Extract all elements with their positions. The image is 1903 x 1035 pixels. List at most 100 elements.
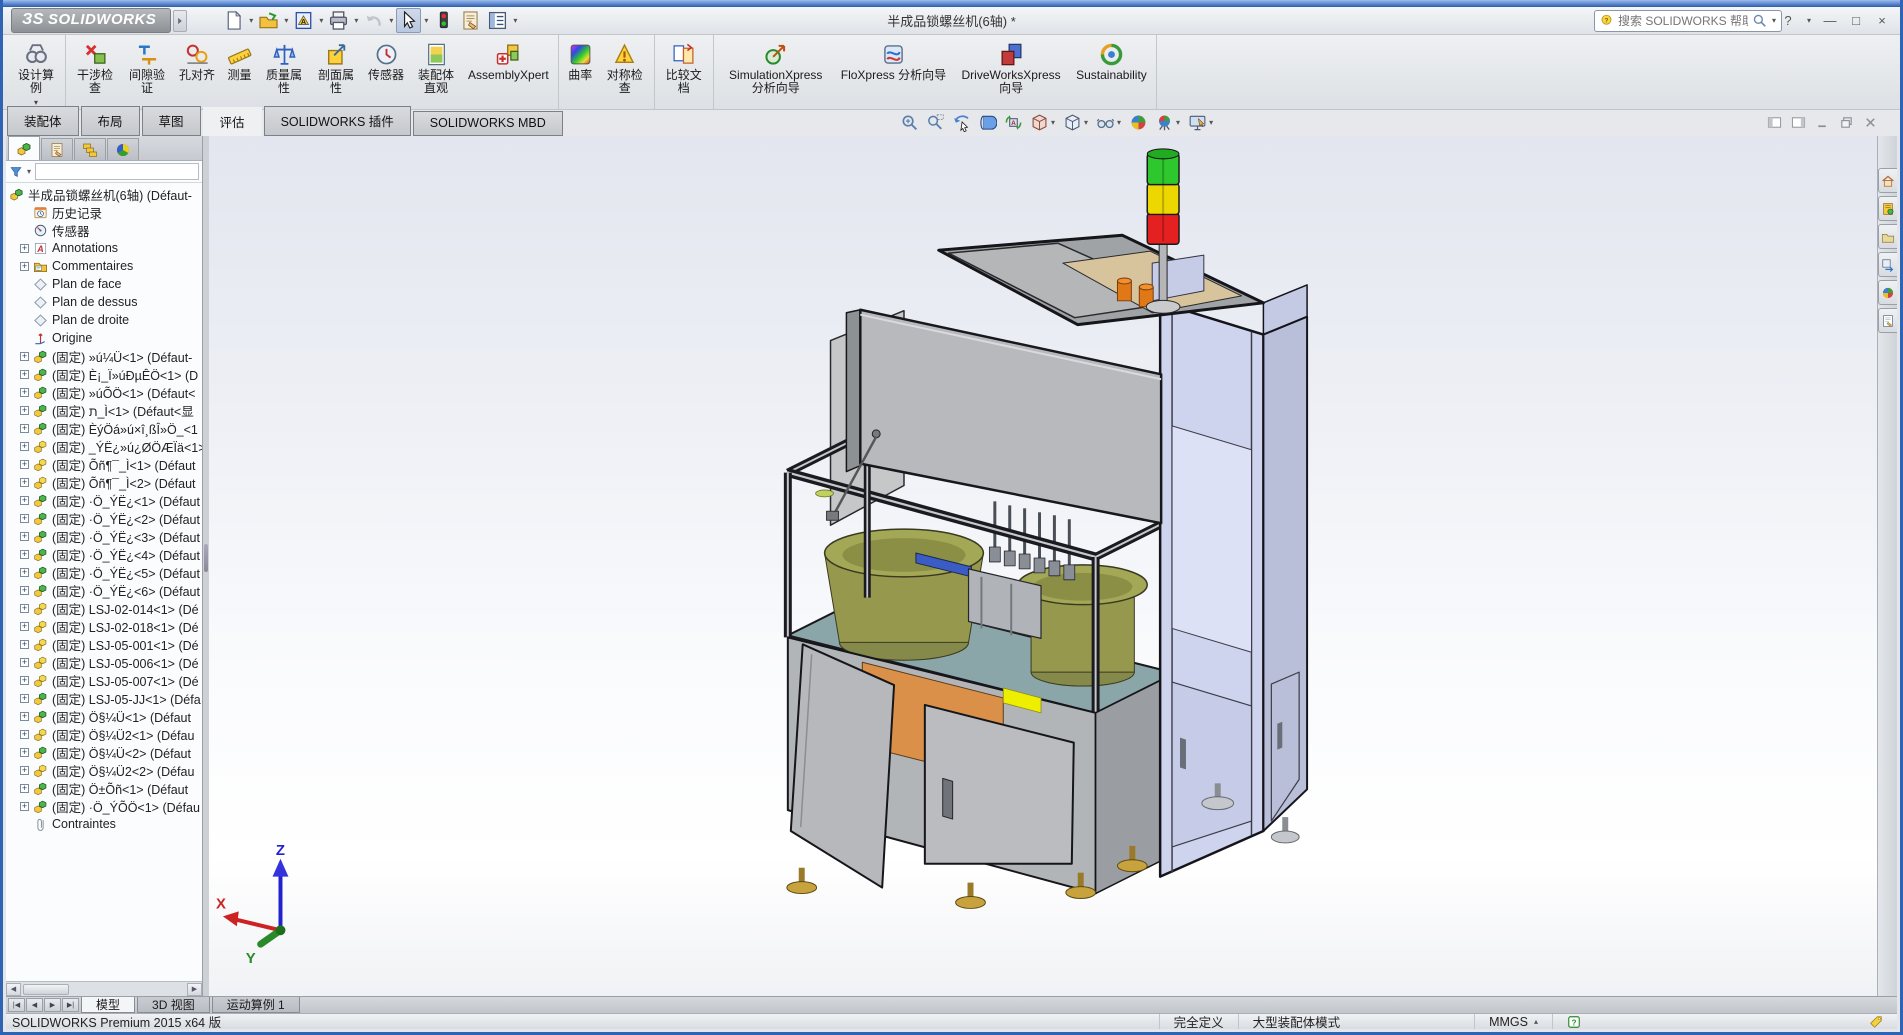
tab-布局[interactable]: 布局 <box>81 106 140 136</box>
dropdown-arrow[interactable]: ▾ <box>1209 118 1213 127</box>
print-button[interactable] <box>326 8 351 33</box>
expand-icon[interactable]: + <box>20 424 29 433</box>
expand-icon[interactable]: + <box>20 388 29 397</box>
model-tab-模型[interactable]: 模型 <box>81 997 135 1013</box>
simulationxpress-button[interactable]: SimulationXpress 分析向导 <box>717 38 835 97</box>
open-folder-button[interactable] <box>256 8 281 33</box>
hide-show-button[interactable]: ▾ <box>1096 113 1122 132</box>
make-drawing-button[interactable]: A <box>291 8 316 33</box>
scroll-left-button[interactable]: ◀ <box>6 983 21 996</box>
dropdown-arrow[interactable]: ▾ <box>1117 118 1121 127</box>
tree-item[interactable]: +(固定) ·Ö_ÝË¿<5> (Défaut <box>6 563 202 581</box>
tree-item[interactable]: +(固定) _ÝË¿»ú¿ØÖÆÏä<1> <box>6 437 202 455</box>
traffic-light-button[interactable] <box>431 8 456 33</box>
pane-right-button[interactable] <box>1791 115 1806 130</box>
pane-left-button[interactable] <box>1767 115 1782 130</box>
tree-item[interactable]: +(固定) Ö±Õñ<1> (Défaut <box>6 779 202 797</box>
tree-item[interactable]: +(固定) Ö§¼Ü<1> (Défaut <box>6 707 202 725</box>
tab-装配体[interactable]: 装配体 <box>7 106 79 136</box>
tree-item[interactable]: Origine <box>6 329 202 347</box>
scroll-right-button[interactable]: ▶ <box>187 983 202 996</box>
options-list-button[interactable] <box>485 8 510 33</box>
graphics-viewport[interactable]: Z X Y <box>209 136 1877 996</box>
expand-icon[interactable]: + <box>20 748 29 757</box>
tab-评估[interactable]: 评估 <box>203 107 262 136</box>
expand-icon[interactable]: + <box>20 550 29 559</box>
tree-item[interactable]: +(固定) LSJ-02-018<1> (Dé <box>6 617 202 635</box>
tree-horizontal-scrollbar[interactable]: ◀ ▶ <box>6 981 202 996</box>
minimize-button[interactable]: — <box>1822 13 1838 28</box>
expand-icon[interactable]: + <box>20 406 29 415</box>
hole-alignment-button[interactable]: 孔对齐 <box>173 38 221 84</box>
nav-next-button[interactable]: ▶ <box>44 998 61 1012</box>
view-settings-button[interactable]: ▾ <box>1188 113 1214 132</box>
expand-icon[interactable]: + <box>20 766 29 775</box>
tree-item[interactable]: +(固定) »ú¼Ü<1> (Défaut- <box>6 347 202 365</box>
tree-item[interactable]: +(固定) Õñ¶¯_Ì<2> (Défaut <box>6 473 202 491</box>
doc-minimize-button[interactable] <box>1815 115 1830 130</box>
previous-view-button[interactable] <box>952 113 971 132</box>
tree-item[interactable]: +(固定) ·Ö_ÝË¿<6> (Défaut <box>6 581 202 599</box>
maximize-button[interactable]: □ <box>1848 13 1864 28</box>
tree-item[interactable]: +(固定) Ö§¼Ü2<1> (Défau <box>6 725 202 743</box>
tab-SOLIDWORKS MBD[interactable]: SOLIDWORKS MBD <box>413 111 563 136</box>
tree-item[interactable]: +(固定) ·Ö_ÝË¿<3> (Défaut <box>6 527 202 545</box>
zoom-fit-button[interactable] <box>900 113 919 132</box>
expand-icon[interactable]: + <box>20 370 29 379</box>
expand-icon[interactable]: + <box>20 262 29 271</box>
tree-item[interactable]: 半成品锁螺丝机(6轴) (Défaut- <box>6 185 202 203</box>
tree-item[interactable]: +(固定) Õñ¶¯_Ì<1> (Défaut <box>6 455 202 473</box>
tree-item[interactable]: +Commentaires <box>6 257 202 275</box>
interference-button[interactable]: 干涉检查 <box>69 38 121 97</box>
make-drawing-dropdown-arrow[interactable]: ▾ <box>319 16 323 25</box>
select-cursor-button[interactable] <box>396 8 421 33</box>
status-assembly-mode[interactable]: 大型装配体模式 <box>1238 1014 1355 1029</box>
tree-item[interactable]: 历史记录 <box>6 203 202 221</box>
tree-item[interactable]: Contraintes <box>6 815 202 833</box>
expand-icon[interactable]: + <box>20 604 29 613</box>
close-button[interactable]: × <box>1874 13 1890 28</box>
tree-item[interactable]: Plan de face <box>6 275 202 293</box>
view-orientation-button[interactable]: A <box>1004 113 1023 132</box>
view-palette-button[interactable] <box>1878 252 1897 277</box>
expand-icon[interactable]: + <box>20 532 29 541</box>
appearances-sphere-button[interactable] <box>1878 280 1897 305</box>
edit-appearance-button[interactable] <box>1129 113 1148 132</box>
nav-last-button[interactable]: ▶| <box>62 998 79 1012</box>
expand-icon[interactable]: + <box>20 694 29 703</box>
help-button[interactable]: ? <box>1780 13 1796 28</box>
custom-properties-button[interactable] <box>1878 308 1897 333</box>
tree-item[interactable]: +(固定) Ö§¼Ü<2> (Défaut <box>6 743 202 761</box>
tree-item[interactable]: +(固定) LSJ-05-007<1> (Dé <box>6 671 202 689</box>
options-list-dropdown-arrow[interactable]: ▾ <box>513 16 517 25</box>
nav-prev-button[interactable]: ◀ <box>26 998 43 1012</box>
sustainability-button[interactable]: Sustainability <box>1070 38 1153 84</box>
filter-dropdown-arrow[interactable]: ▾ <box>27 167 31 176</box>
tree-item[interactable]: +AAnnotations <box>6 239 202 257</box>
expand-icon[interactable]: + <box>20 784 29 793</box>
tree-item[interactable]: +(固定) LSJ-05-006<1> (Dé <box>6 653 202 671</box>
tab-SOLIDWORKS 插件[interactable]: SOLIDWORKS 插件 <box>264 106 411 136</box>
splitter-grip[interactable] <box>204 544 208 572</box>
doc-restore-button[interactable] <box>1839 115 1854 130</box>
tree-item[interactable]: +(固定) ·Ö_ÝË¿<2> (Défaut <box>6 509 202 527</box>
assembly-visualization-button[interactable]: 装配体直观 <box>410 38 462 97</box>
measure-button[interactable]: 测量 <box>221 38 258 84</box>
search-input[interactable] <box>1618 14 1748 28</box>
new-document-dropdown-arrow[interactable]: ▾ <box>249 16 253 25</box>
tab-草图[interactable]: 草图 <box>142 106 201 136</box>
curvature-button[interactable]: 曲率 <box>562 38 599 84</box>
compare-docs-button[interactable]: 比较文档 <box>658 38 710 97</box>
panel-tab-property-manager[interactable] <box>41 138 73 160</box>
panel-tab-configuration-manager[interactable] <box>74 138 106 160</box>
scrollbar-thumb[interactable] <box>23 984 69 995</box>
dropdown-arrow[interactable]: ▾ <box>1176 118 1180 127</box>
expand-icon[interactable]: + <box>20 712 29 721</box>
status-units[interactable]: MMGS▴ <box>1474 1014 1552 1029</box>
help-dropdown-arrow[interactable]: ▾ <box>1807 16 1811 25</box>
dropdown-arrow[interactable]: ▾ <box>1051 118 1055 127</box>
tree-item[interactable]: Plan de dessus <box>6 293 202 311</box>
symmetry-check-button[interactable]: 对称检查 <box>599 38 651 97</box>
undo-button[interactable] <box>361 8 386 33</box>
expand-icon[interactable]: + <box>20 730 29 739</box>
